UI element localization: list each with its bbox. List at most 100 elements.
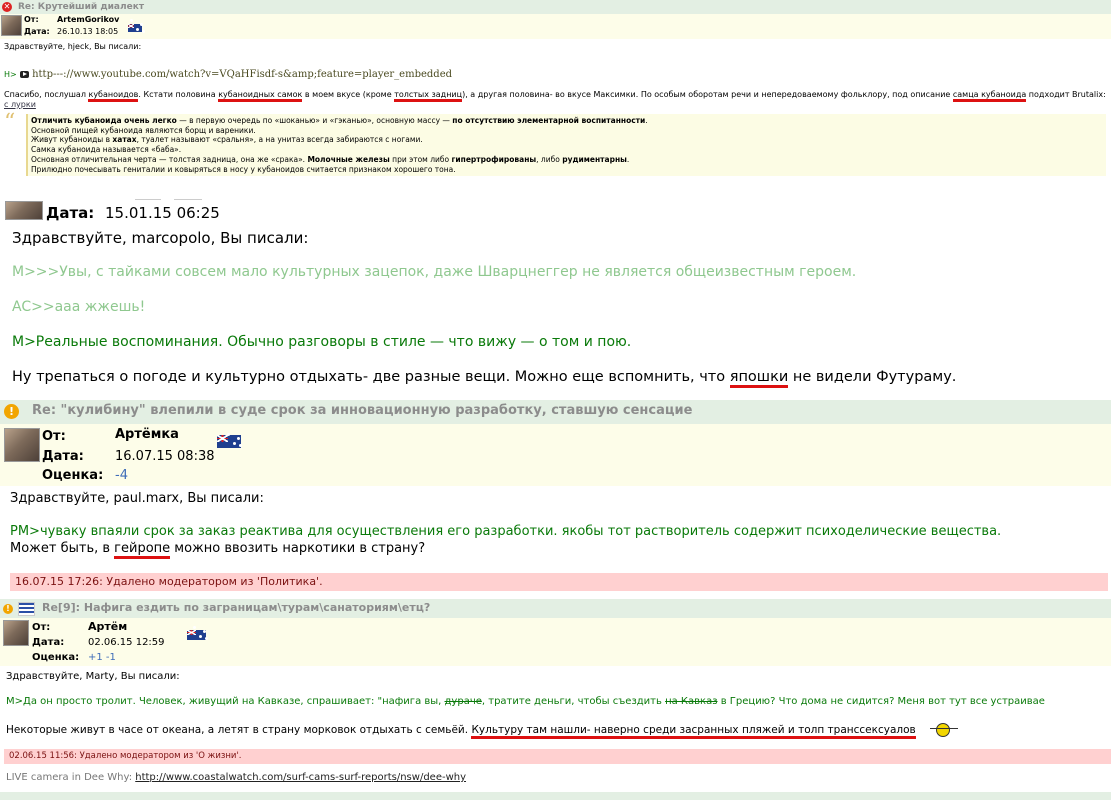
quote-prefix: H> — [4, 70, 17, 79]
date-label: Дата: — [46, 204, 95, 222]
signature-link[interactable]: http://www.coastalwatch.com/surf-cams-su… — [135, 772, 466, 783]
quote-text: . — [626, 154, 630, 164]
quote-text: гипертрофированы — [451, 154, 537, 164]
greeting: Здравствуйте, hjeck, Вы писали: — [4, 42, 142, 51]
score-label: Оценка: — [42, 468, 104, 483]
body-text: ), а другая половина- во вкусе Максимки.… — [462, 90, 953, 99]
warning-icon: ! — [3, 604, 13, 614]
body-text: можно ввозить наркотики в страну? — [170, 541, 426, 556]
quote-text: в Грецию? Что дома не сидится? Меня вот … — [717, 696, 1045, 707]
post-date: 26.10.13 18:05 — [57, 27, 119, 36]
quote-text: Прилюдно почесывать гениталии и ковырять… — [31, 164, 456, 174]
signature-text: LIVE camera in Dee Why: — [6, 772, 136, 783]
from-label: От: — [32, 622, 51, 633]
quote-text: Молочные железы — [307, 154, 390, 164]
quote-text: Отличить кубаноида очень легко — [31, 116, 177, 125]
quote-line: M>Реальные воспоминания. Обычно разговор… — [12, 334, 632, 350]
flag-australia-icon — [128, 23, 142, 32]
post4-header: ! Re[9]: Нафига ездить по заграницам\тур… — [0, 599, 1111, 618]
post1-header: ✕ Re: Крутейший диалект — [0, 0, 1111, 14]
quote-line: M>Да он просто тролит. Человек, живущий … — [6, 696, 1111, 707]
flag-australia-icon — [187, 629, 207, 640]
warning-icon: ! — [4, 404, 19, 419]
youtube-icon — [19, 70, 29, 78]
quote-text: рудиментарны — [562, 154, 627, 164]
date-label: Дата: — [32, 637, 65, 648]
score-value[interactable]: -4 — [115, 468, 128, 483]
underlined-word: толстых задниц — [394, 90, 463, 102]
avatar[interactable] — [1, 15, 22, 36]
reply-text: Может быть, в гейропе можно ввозить нарк… — [10, 541, 426, 559]
greeting: Здравствуйте, marcopolo, Вы писали: — [12, 229, 309, 247]
moderation-notice: 02.06.15 11:56: Удалено модератором из '… — [4, 749, 1111, 764]
underlined-word: Культуру там нашли- наверно среди засран… — [471, 724, 916, 739]
body-text: Некоторые живут в часе от океана, а летя… — [6, 724, 472, 736]
flag-icon — [18, 602, 35, 616]
blockquote-text: Отличить кубаноида очень легко — в перву… — [31, 116, 648, 174]
underlined-word: япошки — [729, 369, 789, 388]
date-label: Дата: — [42, 449, 84, 464]
quote-text: Самка кубаноида называется «баба». — [31, 145, 182, 155]
quote-text: . — [645, 116, 648, 125]
body-text: не видели Футураму. — [788, 369, 957, 385]
quote-text: , либо — [536, 154, 563, 164]
from-label: От: — [42, 429, 66, 444]
smiley-icon — [930, 722, 958, 737]
underlined-word: кубаноидов — [88, 90, 139, 102]
score-value[interactable]: +1 -1 — [88, 652, 116, 663]
close-icon[interactable]: ✕ — [2, 2, 12, 12]
flag-australia-icon — [217, 435, 242, 448]
post4-meta — [0, 618, 1111, 666]
next-post-header — [0, 792, 1111, 800]
post-date: 15.01.15 06:25 — [105, 204, 220, 222]
avatar[interactable] — [4, 428, 40, 462]
from-label: От: — [24, 15, 39, 24]
author-name[interactable]: Артёмка — [115, 427, 179, 442]
body-text: Спасибо, послушал — [4, 90, 89, 99]
post-date: 16.07.15 08:38 — [115, 449, 215, 464]
quoted-link-line: H> http---://www.youtube.com/watch?v=VQa… — [4, 69, 452, 80]
post4-title[interactable]: Re[9]: Нафига ездить по заграницам\турам… — [42, 601, 430, 614]
quote-text: по отсутствию элементарной воспитанности — [452, 116, 646, 125]
post-date: 02.06.15 12:59 — [88, 637, 165, 648]
youtube-link[interactable]: http---://www.youtube.com/watch?v=VQaHFi… — [32, 69, 452, 80]
post1-title[interactable]: Re: Крутейший диалект — [18, 0, 144, 14]
quote-text: Живут кубаноиды в — [31, 135, 113, 145]
signature: LIVE camera in Dee Why: http://www.coast… — [6, 772, 466, 783]
date-label: Дата: — [24, 27, 50, 36]
strikethrough-text: на Кавказ — [665, 696, 718, 707]
moderation-text: 16.07.15 17:26: Удалено модератором из '… — [15, 575, 323, 588]
divider — [135, 199, 161, 200]
avatar[interactable] — [3, 620, 29, 646]
greeting: Здравствуйте, Marty, Вы писали: — [6, 671, 180, 682]
post1-meta — [0, 14, 1111, 39]
quote-text: M>Да он просто тролит. Человек, живущий … — [6, 696, 445, 707]
quote-mark-icon: “ — [4, 110, 16, 135]
quote-line: M>>>Увы, с тайками совсем мало культурны… — [12, 264, 857, 280]
lurk-link[interactable]: с лурки — [4, 100, 36, 109]
reply-text: Некоторые живут в часе от океана, а летя… — [6, 724, 916, 739]
underlined-word: самца кубаноида — [952, 90, 1027, 102]
reply-text: Ну трепаться о погоде и культурно отдыха… — [12, 369, 957, 388]
avatar[interactable] — [5, 201, 43, 220]
quote-line: AC>>ааа жжешь! — [12, 299, 146, 315]
strikethrough-text: дураче — [444, 696, 482, 707]
author-name[interactable]: ArtemGorikov — [57, 15, 119, 24]
divider — [174, 199, 202, 200]
quote-text: Основная отличительная черта — толстая з… — [31, 154, 308, 164]
body-text: Ну трепаться о погоде и культурно отдыха… — [12, 369, 730, 385]
post1-body: Спасибо, послушал кубаноидов. Кстати пол… — [4, 90, 1106, 102]
quote-text: — в первую очередь по «шоканью» и «гэкан… — [176, 116, 453, 125]
underlined-word: кубаноидных самок — [218, 90, 303, 102]
quote-text: , туалет называют «сральня», а на унитаз… — [136, 135, 423, 145]
quote-text: , тратите деньги, чтобы съездить — [481, 696, 666, 707]
post3-title[interactable]: Re: "кулибину" влепили в суде срок за ин… — [32, 403, 692, 418]
author-name[interactable]: Артём — [88, 620, 127, 633]
quote-line: PM>чуваку впаяли срок за заказ реактива … — [10, 524, 1002, 539]
moderation-notice: 16.07.15 17:26: Удалено модератором из '… — [10, 573, 1108, 591]
greeting: Здравствуйте, paul.marx, Вы писали: — [10, 491, 264, 506]
body-text: в моем вкусе (кроме — [302, 90, 395, 99]
moderation-text: 02.06.15 11:56: Удалено модератором из '… — [9, 751, 242, 761]
body-text: Может быть, в — [10, 541, 115, 556]
score-label: Оценка: — [32, 652, 80, 663]
